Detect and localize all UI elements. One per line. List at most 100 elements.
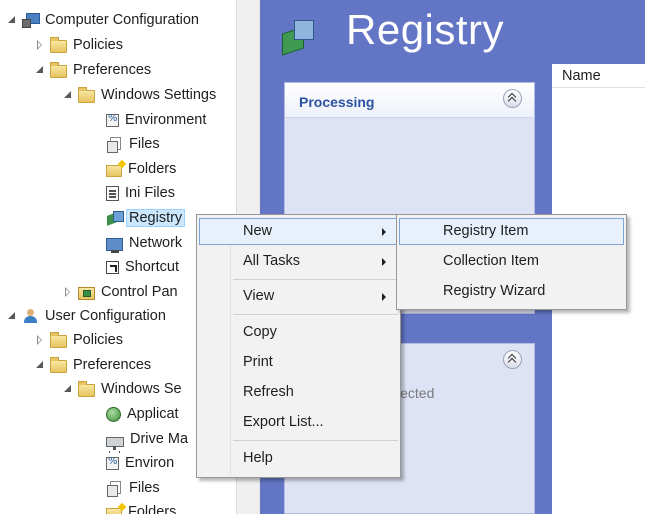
tree-node-windows-settings[interactable]: Windows Settings	[62, 83, 216, 107]
network-icon	[106, 237, 123, 253]
environment-icon	[106, 113, 119, 127]
tree-label: Control Pan	[101, 284, 178, 300]
tree-node-user-policies[interactable]: Policies	[34, 328, 123, 352]
menu-item-registry-wizard[interactable]: Registry Wizard	[399, 278, 624, 305]
menu-item-print[interactable]: Print	[199, 349, 398, 376]
folders-icon	[106, 165, 122, 177]
menu-item-label: All Tasks	[243, 253, 300, 269]
tree-node-folders[interactable]: Folders	[106, 157, 176, 181]
folder-icon	[50, 357, 67, 373]
expand-closed-icon[interactable]	[34, 39, 46, 51]
menu-item-label: Registry Item	[443, 223, 529, 239]
tree-node-user-folders[interactable]: Folders	[106, 500, 176, 514]
folders-icon	[106, 508, 122, 514]
expand-open-icon[interactable]	[34, 64, 46, 76]
environment-icon	[106, 456, 119, 470]
tree-label: Folders	[128, 504, 177, 514]
folder-icon	[50, 62, 67, 78]
expand-closed-icon[interactable]	[34, 334, 46, 346]
tree-node-policies[interactable]: Policies	[34, 33, 123, 57]
tree-label: Policies	[73, 37, 123, 53]
tree-label: Folders	[128, 161, 177, 177]
submenu-arrow-icon	[382, 258, 386, 266]
tree-node-network[interactable]: Network	[106, 231, 182, 255]
tree-label: Files	[129, 480, 160, 496]
expand-open-icon[interactable]	[6, 14, 18, 26]
menu-separator	[233, 279, 398, 280]
tree-label: Ini Files	[125, 185, 175, 201]
menu-item-label: Print	[243, 354, 273, 370]
page-title: Registry	[346, 6, 505, 53]
menu-item-label: Refresh	[243, 384, 294, 400]
tree-node-computer-configuration[interactable]: Computer Configuration	[6, 8, 199, 32]
tree-node-user-preferences[interactable]: Preferences	[34, 353, 151, 377]
user-icon	[22, 308, 39, 324]
tree-label: Files	[129, 136, 160, 152]
tree-label: Windows Se	[101, 381, 182, 397]
menu-item-collection-item[interactable]: Collection Item	[399, 248, 624, 275]
menu-item-label: Export List...	[243, 414, 324, 430]
control-panel-icon	[78, 286, 95, 300]
tree-node-preferences[interactable]: Preferences	[34, 58, 151, 82]
tree-node-control-panel[interactable]: Control Pan	[62, 280, 178, 304]
menu-item-view[interactable]: View	[199, 283, 398, 310]
tree-node-applications[interactable]: Applicat	[106, 402, 179, 426]
tree-node-registry[interactable]: Registry	[106, 206, 186, 230]
folder-icon	[78, 381, 95, 397]
tree-label: Network	[129, 235, 183, 251]
tree-node-drive-maps[interactable]: Drive Ma	[106, 427, 188, 451]
column-header-name[interactable]: Name	[552, 64, 645, 88]
ini-file-icon	[106, 185, 119, 201]
menu-item-label: Registry Wizard	[443, 283, 546, 299]
tree-label: Environ	[125, 455, 175, 471]
expand-open-icon[interactable]	[6, 310, 18, 322]
tree-label: Computer Configuration	[45, 12, 199, 28]
expand-open-icon[interactable]	[34, 359, 46, 371]
menu-item-new[interactable]: New	[199, 218, 398, 245]
tree-node-shortcuts[interactable]: Shortcut	[106, 255, 179, 279]
registry-icon	[106, 210, 124, 226]
menu-item-export-list[interactable]: Export List...	[199, 409, 398, 436]
tree-node-user-configuration[interactable]: User Configuration	[6, 304, 166, 328]
registry-icon	[280, 18, 316, 54]
tree-node-ini-files[interactable]: Ini Files	[106, 181, 175, 205]
menu-item-label: Collection Item	[443, 253, 539, 269]
tree-label: Applicat	[127, 406, 179, 422]
menu-item-label: New	[243, 223, 273, 239]
expand-open-icon[interactable]	[62, 89, 74, 101]
expand-closed-icon[interactable]	[62, 286, 74, 298]
collapse-icon[interactable]	[503, 350, 522, 369]
folder-icon	[50, 37, 67, 53]
new-submenu: Registry Item Collection Item Registry W…	[396, 214, 627, 310]
files-icon	[106, 480, 123, 497]
tree-label: Drive Ma	[130, 431, 189, 447]
tree-label: Registry	[125, 209, 186, 227]
tree-node-user-files[interactable]: Files	[106, 476, 160, 500]
menu-item-copy[interactable]: Copy	[199, 319, 398, 346]
expand-open-icon[interactable]	[62, 383, 74, 395]
tree-node-user-windows-settings[interactable]: Windows Se	[62, 377, 182, 401]
tree-label: Shortcut	[125, 259, 179, 275]
menu-item-all-tasks[interactable]: All Tasks	[199, 248, 398, 275]
menu-item-refresh[interactable]: Refresh	[199, 379, 398, 406]
computer-icon	[22, 13, 40, 28]
menu-item-label: Copy	[243, 324, 277, 340]
menu-item-label: View	[243, 288, 275, 304]
submenu-arrow-icon	[382, 293, 386, 301]
drive-map-icon	[106, 436, 124, 450]
collapse-icon[interactable]	[503, 89, 522, 108]
shortcut-icon	[106, 260, 119, 274]
folder-icon	[50, 332, 67, 348]
tree-node-environment[interactable]: Environment	[106, 108, 206, 132]
menu-separator	[233, 440, 398, 441]
tree-node-files[interactable]: Files	[106, 132, 160, 156]
files-icon	[106, 136, 123, 153]
menu-separator	[233, 314, 398, 315]
tree-node-user-environment[interactable]: Environ	[106, 451, 174, 475]
tree-label: Policies	[73, 332, 123, 348]
menu-item-help[interactable]: Help	[199, 445, 398, 472]
tree-label: Environment	[125, 112, 207, 128]
application-icon	[106, 406, 121, 422]
menu-item-registry-item[interactable]: Registry Item	[399, 218, 624, 245]
tree-label: User Configuration	[45, 308, 166, 324]
